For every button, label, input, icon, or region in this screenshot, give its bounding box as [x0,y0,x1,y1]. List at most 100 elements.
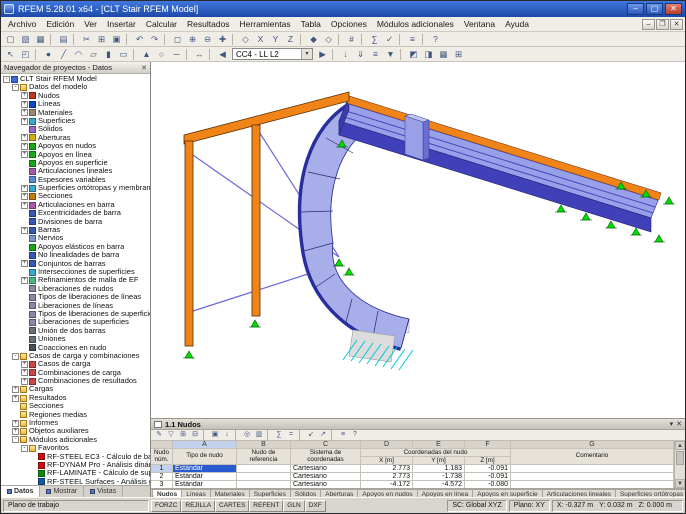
help-button[interactable]: ? [428,33,443,46]
cell-comment[interactable] [511,465,674,473]
tree-item-espesores-variables[interactable]: Espesores variables [1,176,150,184]
expand-icon[interactable]: + [12,395,19,402]
header-z[interactable]: Z [m] [465,457,510,464]
insert-surface-button[interactable]: ▱ [86,48,101,61]
cell-x[interactable]: 2.773 [361,465,413,473]
expand-icon[interactable]: + [21,227,28,234]
tree-item-secciones[interactable]: Secciones [1,402,150,410]
scroll-down-icon[interactable]: ▼ [675,479,685,488]
cell-node-type[interactable]: Estándar [173,481,237,488]
tree-item-datos-del-modelo[interactable]: -Datos del modelo [1,83,150,91]
table-tab-aberturas[interactable]: Aberturas [320,489,358,497]
tree-item-apoyos-en-superficie[interactable]: Apoyos en superficie [1,159,150,167]
header-y[interactable]: Y [m] [413,457,465,464]
tree-item-refinamientos-de-malla-de-ef[interactable]: +Refinamientos de malla de EF [1,276,150,284]
tree-item-materiales[interactable]: +Materiales [1,109,150,117]
zoom-window-button[interactable]: ◻ [170,33,185,46]
tree-item-conjuntos-de-barras[interactable]: +Conjuntos de barras [1,260,150,268]
status-toggle-dxf[interactable]: DXF [305,500,326,512]
insert-node-button[interactable]: ● [41,48,56,61]
dimension-tool-button[interactable]: ↔ [192,48,207,61]
expand-icon[interactable]: + [21,378,28,385]
save-file-button[interactable]: ▦ [33,33,48,46]
copy-cell-button[interactable]: ▣ [209,430,221,440]
calculate-all-button[interactable]: ∑ [367,33,382,46]
table-tab-lineas[interactable]: Líneas [181,489,211,497]
table-scrollbar[interactable]: ▲ ▼ [674,441,685,488]
load-case-combobox[interactable]: CC4 - LL L2 ▾ [232,48,313,60]
undo-button[interactable]: ↶ [132,33,147,46]
tree-item-rf-steel-surfaces-analisis-general-de-te[interactable]: RF-STEEL Surfaces - Análisis general de … [1,478,150,485]
tree-item-nervios[interactable]: Nervios [1,234,150,242]
paste-button[interactable]: ▣ [109,33,124,46]
status-toggle-cartes[interactable]: CARTES [215,500,249,512]
tree-item-tipos-de-liberaciones-de-superficies[interactable]: Tipos de liberaciones de superficies [1,310,150,318]
select-pointer-button[interactable]: ↖ [3,48,18,61]
cell-reference-node[interactable] [237,481,291,488]
tree-item-combinaciones-de-carga[interactable]: +Combinaciones de carga [1,369,150,377]
expand-icon[interactable]: + [21,134,28,141]
cell-x[interactable]: -4.172 [361,481,413,488]
column-letter-c[interactable]: C [291,441,361,449]
expand-icon[interactable]: + [12,428,19,435]
menu-tabla[interactable]: Tabla [296,19,326,29]
view-in-y-button[interactable]: Y [268,33,283,46]
tree-item-uniones[interactable]: Uniones [1,335,150,343]
table-tab-apoyos-en-superficie[interactable]: Apoyos en superficie [472,489,542,497]
status-toggle-forzc[interactable]: FORZC [151,500,181,512]
new-file-button[interactable]: ▢ [3,33,18,46]
open-file-button[interactable]: ▧ [18,33,33,46]
wireframe-mode-button[interactable]: ◇ [321,33,336,46]
insert-row-button[interactable]: ⊞ [177,430,189,440]
header-reference-node[interactable]: Nudo de referencia [237,449,291,465]
expand-icon[interactable]: + [21,277,28,284]
isometric-view-button[interactable]: ◇ [238,33,253,46]
expand-icon[interactable]: + [21,143,28,150]
chevron-down-icon[interactable]: ▾ [301,49,312,59]
table-close-icon[interactable]: ✕ [676,420,682,428]
cell-node-type[interactable]: Estándar [173,473,237,481]
tree-item-coacciones-en-nudo[interactable]: Coacciones en nudo [1,344,150,352]
expand-icon[interactable]: + [12,386,19,393]
insert-member-button[interactable]: ─ [169,48,184,61]
expand-icon[interactable]: + [21,369,28,376]
table-tab-apoyos-en-linea[interactable]: Apoyos en línea [417,489,474,497]
find-value-button[interactable]: ◎ [241,430,253,440]
navigator-tab-datos[interactable]: Datos [1,486,40,497]
status-toggle-rejilla[interactable]: REJILLA [181,500,215,512]
table-tab-articulaciones-lineales[interactable]: Articulaciones lineales [542,489,616,497]
expand-icon[interactable]: + [21,151,28,158]
tree-item-nudos[interactable]: +Nudos [1,92,150,100]
table-settings-button[interactable]: ≡ [337,430,349,440]
edit-mode-button[interactable]: ✎ [153,430,165,440]
tree-item-objetos-auxiliares[interactable]: +Objetos auxiliares [1,427,150,435]
nodal-load-button[interactable]: ⇓ [353,48,368,61]
cell-y[interactable]: -1.738 [413,473,465,481]
column-letter-e[interactable]: E [413,441,465,449]
tree-item-excentricidades-de-barra[interactable]: Excentricidades de barra [1,209,150,217]
close-button[interactable]: ✕ [665,3,682,15]
insert-opening-button[interactable]: ▭ [116,48,131,61]
tree-item-cargas[interactable]: +Cargas [1,385,150,393]
tree-item-modulos-adicionales[interactable]: -Módulos adicionales [1,436,150,444]
scrollbar-thumb[interactable] [676,451,684,465]
status-toggle-gln[interactable]: GLN [283,500,304,512]
tree-item-divisiones-de-barra[interactable]: Divisiones de barra [1,218,150,226]
tree-item-articulaciones-lineales[interactable]: Articulaciones lineales [1,167,150,175]
expand-icon[interactable]: + [21,101,28,108]
navigator-close-icon[interactable]: ✕ [141,64,147,72]
maximize-button[interactable]: ▢ [646,3,663,15]
delete-row-button[interactable]: ⊟ [189,430,201,440]
tree-item-liberaciones-de-nudos[interactable]: Liberaciones de nudos [1,285,150,293]
tree-item-rf-dynam-pro-analisis-dinamico[interactable]: RF-DYNAM Pro - Análisis dinámico [1,461,150,469]
next-load-case-button[interactable]: ▶ [315,48,330,61]
insert-solid-button[interactable]: ▮ [101,48,116,61]
cell-comment[interactable] [511,481,674,488]
cell-coordinate-system[interactable]: Cartesiano [291,465,361,473]
child-close-button[interactable]: ✕ [670,19,683,30]
insert-arc-button[interactable]: ◠ [71,48,86,61]
tree-item-no-linealidades-de-barra[interactable]: No linealidades de barra [1,251,150,259]
expand-icon[interactable]: + [12,420,19,427]
tree-item-liberaciones-de-lineas[interactable]: Liberaciones de líneas [1,302,150,310]
view-filter-button[interactable]: ▽ [165,430,177,440]
